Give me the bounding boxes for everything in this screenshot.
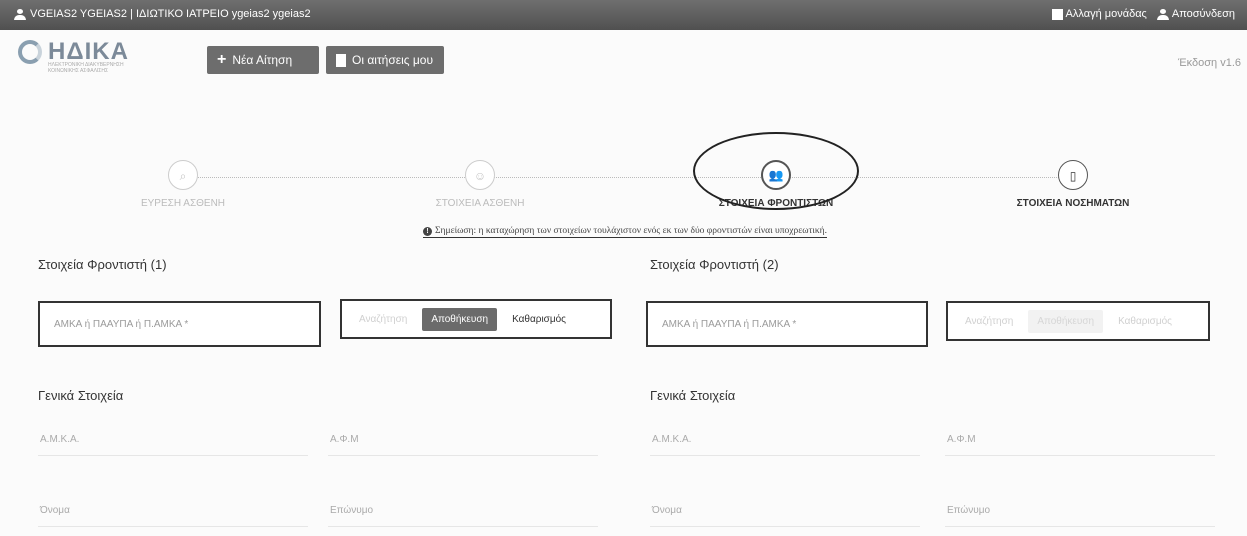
carer1-afm-label: Α.Φ.Μ <box>330 434 359 445</box>
mandatory-note: ! Σημείωση: η καταχώρηση των στοιχείων το… <box>423 226 827 238</box>
step-disease-details[interactable]: ▯ ΣΤΟΙΧΕΙΑ ΝΟΣΗΜΑΤΩΝ <box>963 160 1183 209</box>
carer2-general-title: Γενικά Στοιχεία <box>650 388 736 403</box>
logo-subtitle: ΗΛΕΚΤΡΟΝΙΚΗ ΔΙΑΚΥΒΕΡΝΗΣΗ ΚΟΙΝΩΝΙΚΗΣ ΑΣΦΑ… <box>48 62 124 74</box>
carer1-clear-button[interactable]: Καθαρισμός <box>503 308 575 331</box>
carer2-name-label: Όνομα <box>652 505 682 516</box>
user-icon <box>14 8 26 20</box>
step-label: ΣΤΟΙΧΕΙΑ ΑΣΘΕΝΗ <box>435 198 525 209</box>
step-patient-details[interactable]: ☺ ΣΤΟΙΧΕΙΑ ΑΣΘΕΝΗ <box>370 160 590 209</box>
info-icon: ! <box>423 227 432 236</box>
divider <box>38 455 308 456</box>
my-requests-label: Οι αιτήσεις μου <box>352 53 434 67</box>
person-icon: ☺ <box>465 160 495 190</box>
carer1-name-label: Όνομα <box>40 505 70 516</box>
carer2-amka-input[interactable] <box>660 317 914 331</box>
stepper-line <box>180 177 1069 178</box>
carer2-button-group: Αναζήτηση Αποθήκευση Καθαρισμός <box>946 301 1210 341</box>
version-label: Έκδοση v1.6 <box>1178 57 1241 69</box>
carer2-clear-button[interactable]: Καθαρισμός <box>1109 310 1181 333</box>
carer2-title: Στοιχεία Φροντιστή (2) <box>650 257 779 272</box>
user-icon <box>1156 8 1169 20</box>
step-label: ΕΥΡΕΣΗ ΑΣΘΕΝΗ <box>140 198 226 209</box>
carer1-button-group: Αναζήτηση Αποθήκευση Καθαρισμός <box>340 299 612 339</box>
carer2-amka-field[interactable] <box>646 301 928 347</box>
logout-label: Αποσύνδεση <box>1171 8 1235 20</box>
hand-drawn-ellipse <box>693 132 859 210</box>
carer2-search-button[interactable]: Αναζήτηση <box>956 310 1022 333</box>
carer2-surname-label: Επώνυμο <box>947 505 991 516</box>
clipboard-icon: ▯ <box>1058 160 1088 190</box>
carer1-title: Στοιχεία Φροντιστή (1) <box>38 257 167 272</box>
carer2-afm-label: Α.Φ.Μ <box>947 434 976 445</box>
carer1-amka-label: Α.Μ.Κ.Α. <box>40 434 80 445</box>
step-find-patient[interactable]: ⌕ ΕΥΡΕΣΗ ΑΣΘΕΝΗ <box>73 160 293 209</box>
plus-icon: + <box>217 51 227 68</box>
logo-text: ΗΔΙΚΑ <box>48 38 129 65</box>
new-request-button[interactable]: + Νέα Αίτηση <box>207 46 319 74</box>
carer1-search-button[interactable]: Αναζήτηση <box>350 308 416 331</box>
carer2-amka-label: Α.Μ.Κ.Α. <box>652 434 692 445</box>
search-icon: ⌕ <box>168 160 198 190</box>
building-icon <box>1051 8 1063 20</box>
change-unit-link[interactable]: Αλλαγή μονάδας <box>1051 8 1147 20</box>
step-label: ΣΤΟΙΧΕΙΑ ΝΟΣΗΜΑΤΩΝ <box>1016 198 1130 209</box>
document-icon <box>336 53 346 67</box>
carer1-amka-field[interactable] <box>38 301 321 347</box>
carer1-amka-input[interactable] <box>52 317 307 331</box>
logo[interactable]: ΗΔΙΚΑ ΗΛΕΚΤΡΟΝΙΚΗ ΔΙΑΚΥΒΕΡΝΗΣΗ ΚΟΙΝΩΝΙΚΗ… <box>18 38 129 74</box>
my-requests-button[interactable]: Οι αιτήσεις μου <box>326 46 444 74</box>
logout-link[interactable]: Αποσύνδεση <box>1156 8 1235 20</box>
divider <box>650 455 920 456</box>
note-text: Σημείωση: η καταχώρηση των στοιχείων του… <box>435 226 827 236</box>
logo-mark-icon <box>18 40 42 64</box>
divider <box>38 526 308 527</box>
carer2-save-button[interactable]: Αποθήκευση <box>1028 309 1104 333</box>
new-request-label: Νέα Αίτηση <box>232 53 293 67</box>
user-info: VGEIAS2 YGEIAS2 | ΙΔΙΩΤΙΚΟ ΙΑΤΡΕΙΟ ygeia… <box>14 8 311 20</box>
carer1-save-button[interactable]: Αποθήκευση <box>422 307 498 331</box>
top-bar: VGEIAS2 YGEIAS2 | ΙΔΙΩΤΙΚΟ ΙΑΤΡΕΙΟ ygeia… <box>0 0 1247 30</box>
user-text: VGEIAS2 YGEIAS2 | ΙΔΙΩΤΙΚΟ ΙΑΤΡΕΙΟ ygeia… <box>30 8 311 20</box>
change-unit-label: Αλλαγή μονάδας <box>1065 8 1147 20</box>
divider <box>650 526 920 527</box>
divider <box>945 526 1215 527</box>
divider <box>945 455 1215 456</box>
divider <box>328 455 598 456</box>
carer1-surname-label: Επώνυμο <box>330 505 374 516</box>
carer1-general-title: Γενικά Στοιχεία <box>38 388 124 403</box>
divider <box>328 526 598 527</box>
